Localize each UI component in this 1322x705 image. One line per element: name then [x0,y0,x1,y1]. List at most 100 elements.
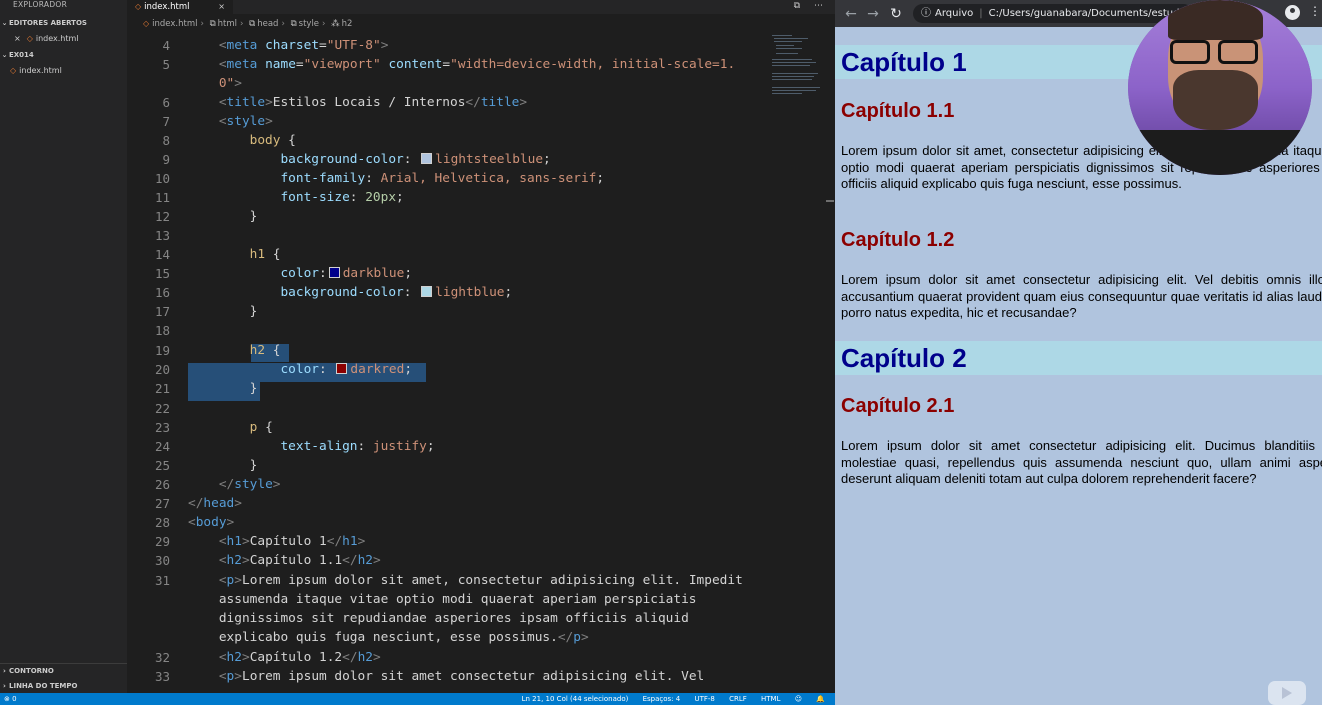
code-line: <title>Estilos Locais / Internos</title> [218,95,528,110]
reload-icon[interactable]: ↻ [887,5,905,23]
outline-section[interactable]: › CONTORNO [0,663,127,678]
element-icon: ⧉ [249,19,256,29]
breadcrumb-item[interactable]: index.html [152,19,197,29]
close-icon[interactable]: × [218,1,225,13]
code-line: text-align: justify; [280,439,435,454]
page-h2: Capítulo 1.2 [841,229,955,251]
color-swatch[interactable] [336,363,348,374]
breadcrumb-item[interactable]: html [218,19,237,29]
code-line: } [188,209,258,224]
open-editors-section[interactable]: ⌄ EDITORES ABERTOS [0,16,127,30]
line-number: 14 [154,247,170,262]
close-icon[interactable]: × [14,34,21,43]
play-icon[interactable] [1268,681,1306,705]
line-number: 15 [154,266,170,281]
color-swatch[interactable] [421,153,433,164]
code-line: } [188,381,258,396]
line-number: 19 [154,343,170,358]
open-editor-item[interactable]: × ◇ index.html [14,32,79,46]
page-paragraph: Lorem ipsum dolor sit amet consectetur a… [841,438,1322,487]
page-paragraph: Lorem ipsum dolor sit amet consectetur a… [841,272,1322,321]
code-editor[interactable]: 4 5 6 7 8 9 10 11 12 13 14 15 16 17 18 19 20 21 22 23 24 25 26… [127,33,827,693]
line-number: 7 [162,114,170,129]
back-icon[interactable]: ← [842,5,860,23]
scrollbar-thumb[interactable] [826,200,834,202]
page-h2: Capítulo 2.1 [841,395,955,417]
code-line: </head> [188,496,242,511]
breadcrumb-item[interactable]: head [257,19,278,29]
open-editor-filename: index.html [35,34,79,43]
line-number: 32 [154,650,170,665]
feedback-icon[interactable]: ☺ [795,695,802,703]
code-line: font-family: Arial, Helvetica, sans-seri… [280,171,605,186]
code-line: font-size: 20px; [280,190,404,205]
forward-icon[interactable]: → [864,5,882,23]
breadcrumb-item[interactable]: style [299,19,319,29]
line-number: 21 [154,381,170,396]
html-file-icon: ◇ [135,2,142,11]
explorer-title: EXPLORADOR [13,0,68,9]
html-file-icon: ◇ [143,19,150,28]
chevron-right-icon: › [281,19,285,29]
folder-section[interactable]: ⌄ EX014 [0,48,127,62]
open-editors-label: EDITORES ABERTOS [9,19,87,27]
code-line: h1 { [249,247,281,262]
more-actions-icon[interactable]: ⋯ [814,1,823,11]
breadcrumb: ◇ index.html › ⧉ html › ⧉ head › ⧉ style › ⁂ h2 [127,15,835,32]
code-line: explicabo quis fuga nesciunt, esse possi… [218,630,589,645]
notifications-icon[interactable]: 🔔 [816,695,825,703]
timeline-section[interactable]: › LINHA DO TEMPO [0,679,127,693]
cursor-position[interactable]: Ln 21, 10 Col (44 selecionado) [522,695,629,703]
line-number: 29 [154,534,170,549]
color-swatch[interactable] [328,267,340,278]
code-line: <body> [188,515,235,530]
folder-filename: index.html [19,66,62,75]
info-icon[interactable]: ⓘ [921,8,931,19]
code-line: background-color: lightblue; [280,285,513,300]
status-bar-right: Ln 21, 10 Col (44 selecionado) Espaços: … [510,693,825,705]
line-number: 24 [154,439,170,454]
code-line: assumenda itaque vitae optio modi quaera… [218,592,697,607]
code-line: p { [249,420,273,435]
line-number: 22 [154,401,170,416]
element-icon: ⧉ [209,19,216,29]
color-swatch[interactable] [421,286,433,297]
code-line: h2 { [249,343,281,358]
encoding[interactable]: UTF-8 [694,695,714,703]
code-line: color: darkblue; [280,266,413,281]
css-rule-icon: ⁂ [331,19,340,29]
code-line: <style> [218,114,273,129]
chevron-right-icon: › [3,667,6,675]
line-number: 26 [154,477,170,492]
line-number: 5 [162,57,170,72]
line-ending[interactable]: CRLF [729,695,747,703]
line-number: 16 [154,285,170,300]
timeline-label: LINHA DO TEMPO [9,682,78,690]
element-icon: ⧉ [290,19,297,29]
address-label: Arquivo [935,8,974,19]
minimap[interactable] [772,33,824,103]
line-number: 8 [162,133,170,148]
tab-index-html[interactable]: ◇ index.html × [127,0,233,14]
split-editor-icon[interactable]: ⧉ [794,1,800,11]
folder-file-item[interactable]: ◇ index.html [10,64,62,78]
language-mode[interactable]: HTML [761,695,780,703]
indentation[interactable]: Espaços: 4 [643,695,681,703]
line-number: 33 [154,669,170,684]
page-h1: Capítulo 2 [835,341,1322,375]
line-number: 18 [154,323,170,338]
code-line: <h2>Capítulo 1.2</h2> [218,650,381,665]
code-line: } [188,304,258,319]
explorer-sidebar: EXPLORADOR ⌄ EDITORES ABERTOS × ◇ index.htm… [0,0,127,693]
chevron-right-icon: › [3,682,6,690]
line-number: 6 [162,95,170,110]
line-number: 31 [154,573,170,588]
code-line: <p>Lorem ipsum dolor sit amet consectetu… [218,669,705,684]
webcam-overlay [1128,0,1312,175]
line-number: 20 [154,362,170,377]
code-line: background-color: lightsteelblue; [280,152,551,167]
problems-indicator[interactable]: ⊗ 0 [4,693,17,705]
code-line: body { [249,133,296,148]
line-number: 13 [154,228,170,243]
breadcrumb-item[interactable]: h2 [342,19,353,29]
